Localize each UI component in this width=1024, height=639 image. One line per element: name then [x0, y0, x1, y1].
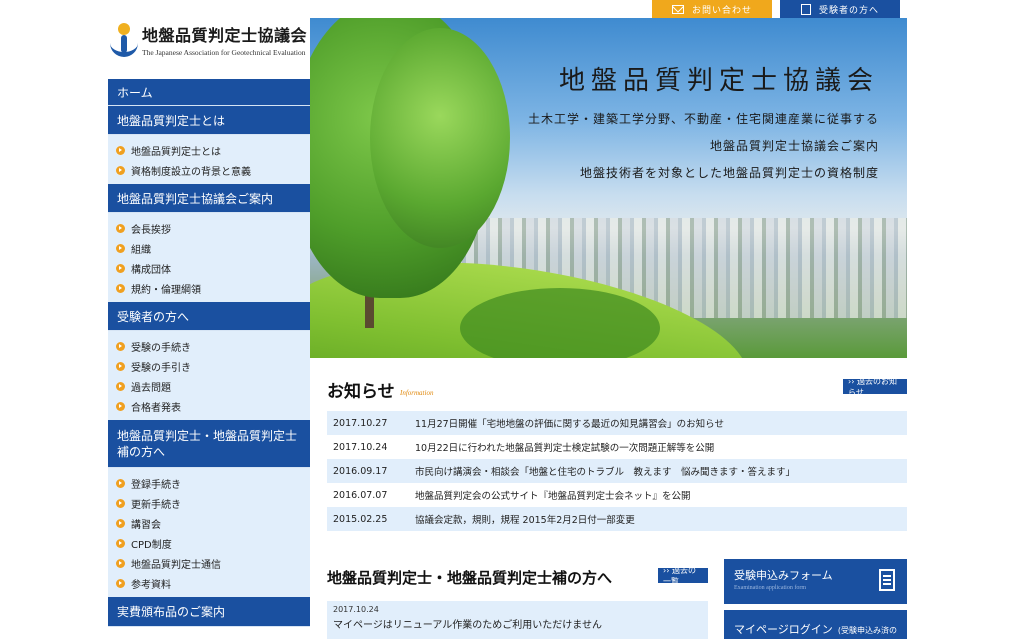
arrow-bullet-icon	[116, 478, 125, 488]
past-news-button[interactable]: ›› 過去のお知らせ	[843, 377, 907, 397]
nav-item-newsletter[interactable]: 地盤品質判定士通信	[108, 553, 310, 573]
nav-item-past-questions[interactable]: 過去問題	[108, 376, 310, 396]
site-logo[interactable]: 地盤品質判定士協議会 The Japanese Association for …	[108, 0, 310, 79]
news-row[interactable]: 2017.10.27 11月27日開催「宅地地盤の評価に関する最近の知見講習会」の…	[327, 411, 907, 435]
nav-item-results[interactable]: 合格者発表	[108, 396, 310, 416]
latest-notice-date: 2017.10.24	[333, 605, 379, 614]
document-icon	[800, 3, 811, 15]
hero-line-1: 土木工学・建築工学分野、不動産・住宅関連産業に従事する	[527, 112, 879, 126]
nav-section-about[interactable]: 地盤品質判定士とは	[108, 106, 310, 135]
nav-section-label: 地盤品質判定士・地盤品質判定士補の方へ	[117, 428, 298, 459]
nav-section-distribution[interactable]: 実費頒布品のご案内	[108, 597, 310, 627]
nav-section-label: 実費頒布品のご案内	[117, 605, 226, 619]
arrow-bullet-icon	[116, 401, 125, 411]
logo-subtitle: The Japanese Association for Geotechnica…	[142, 48, 306, 57]
arrow-bullet-icon	[116, 145, 125, 155]
nav-item-procedure[interactable]: 受験の手続き	[108, 336, 310, 356]
arrow-bullet-icon	[116, 538, 125, 548]
nav-section-association[interactable]: 地盤品質判定士協議会ご案内	[108, 184, 310, 213]
nav-section-examinees[interactable]: 受験者の方へ	[108, 302, 310, 331]
contact-button[interactable]: お問い合わせ	[652, 0, 772, 18]
application-form-button[interactable]: 受験申込みフォーム Examination application form	[724, 559, 907, 604]
news-heading: お知らせ	[327, 382, 395, 402]
mypage-login-button[interactable]: マイページログイン (受験申込み済の方)	[724, 610, 907, 639]
nav-sublist: 地盤品質判定士とは 資格制度設立の背景と意義	[108, 135, 310, 184]
nav-item-cpd[interactable]: CPD制度	[108, 533, 310, 553]
nav-item-renewal[interactable]: 更新手続き	[108, 493, 310, 513]
mail-icon	[671, 4, 684, 14]
arrow-bullet-icon	[116, 578, 125, 588]
page: 地盤品質判定士協議会 The Japanese Association for …	[0, 0, 1024, 639]
nav-home-label: ホーム	[117, 85, 153, 100]
news-row[interactable]: 2016.09.17 市民向け講演会・相談会「地盤と住宅のトラブル 教えます 悩み…	[327, 459, 907, 483]
nav-sublist: 受験の手続き 受験の手引き 過去問題 合格者発表	[108, 331, 310, 420]
examinee-button[interactable]: 受験者の方へ	[780, 0, 900, 18]
arrow-bullet-icon	[116, 223, 125, 233]
nav-item-organization[interactable]: 組織	[108, 238, 310, 258]
logo-icon	[110, 22, 138, 57]
hero-banner: 地盤品質判定士協議会 土木工学・建築工学分野、不動産・住宅関連産業に従事する 地…	[310, 18, 907, 358]
logo-title: 地盤品質判定士協議会	[142, 26, 308, 45]
nav-item-guide[interactable]: 受験の手引き	[108, 356, 310, 376]
arrow-bullet-icon	[116, 518, 125, 528]
nav-item-about[interactable]: 地盤品質判定士とは	[108, 140, 310, 160]
hero-title: 地盤品質判定士協議会	[558, 66, 879, 96]
nav-item-members[interactable]: 構成団体	[108, 258, 310, 278]
sidebar: 地盤品質判定士協議会 The Japanese Association for …	[108, 0, 310, 639]
news-row[interactable]: 2016.07.07 地盤品質判定会の公式サイト『地盤品質判定士会ネット』を公開	[327, 483, 907, 507]
arrow-bullet-icon	[116, 558, 125, 568]
form-icon	[879, 569, 895, 591]
arrow-bullet-icon	[116, 498, 125, 508]
arrow-bullet-icon	[116, 263, 125, 273]
arrow-bullet-icon	[116, 341, 125, 351]
nav-home[interactable]: ホーム	[108, 79, 310, 106]
nav-item-references[interactable]: 参考資料	[108, 573, 310, 593]
latest-notice-text: マイページはリニューアル作業のためご利用いただけません	[333, 620, 602, 631]
arrow-bullet-icon	[116, 283, 125, 293]
hero-line-2: 地盤品質判定士協議会ご案内	[709, 139, 879, 153]
nav-sublist: 登録手続き 更新手続き 講習会 CPD制度 地盤品質判定士通信 参考資料	[108, 468, 310, 597]
hero-line-3: 地盤技術者を対象とした地盤品質判定士の資格制度	[579, 166, 879, 180]
latest-notice[interactable]: 2017.10.24 マイページはリニューアル作業のためご利用いただけません	[327, 601, 708, 639]
nav-sublist: 会長挨拶 組織 構成団体 規約・倫理綱領	[108, 213, 310, 302]
arrow-bullet-icon	[116, 243, 125, 253]
nav-section-label: 地盤品質判定士協議会ご案内	[117, 191, 274, 206]
nav-item-background[interactable]: 資格制度設立の背景と意義	[108, 160, 310, 180]
nav-section-label: 地盤品質判定士とは	[117, 113, 226, 128]
nav-item-registration[interactable]: 登録手続き	[108, 473, 310, 493]
news-row[interactable]: 2015.02.25 協議会定款，規則，規程 2015年2月2日付一部変更	[327, 507, 907, 531]
arrow-bullet-icon	[116, 361, 125, 371]
nav-section-certified[interactable]: 地盤品質判定士・地盤品質判定士補の方へ	[108, 420, 310, 468]
news-heading-en: Information	[400, 389, 434, 397]
nav-item-seminar[interactable]: 講習会	[108, 513, 310, 533]
nav-section-label: 受験者の方へ	[117, 309, 190, 324]
nav-item-greeting[interactable]: 会長挨拶	[108, 218, 310, 238]
certified-section-heading: 地盤品質判定士・地盤品質判定士補の方へ	[327, 569, 613, 587]
news-list: 2017.10.27 11月27日開催「宅地地盤の評価に関する最近の知見講習会」の…	[327, 411, 907, 531]
arrow-bullet-icon	[116, 381, 125, 391]
news-row[interactable]: 2017.10.24 10月22日に行われた地盤品質判定士検定試験の一次問題正解等…	[327, 435, 907, 459]
arrow-bullet-icon	[116, 165, 125, 175]
past-list-button[interactable]: ›› 過去の一覧	[658, 566, 708, 586]
nav-item-rules[interactable]: 規約・倫理綱領	[108, 278, 310, 298]
